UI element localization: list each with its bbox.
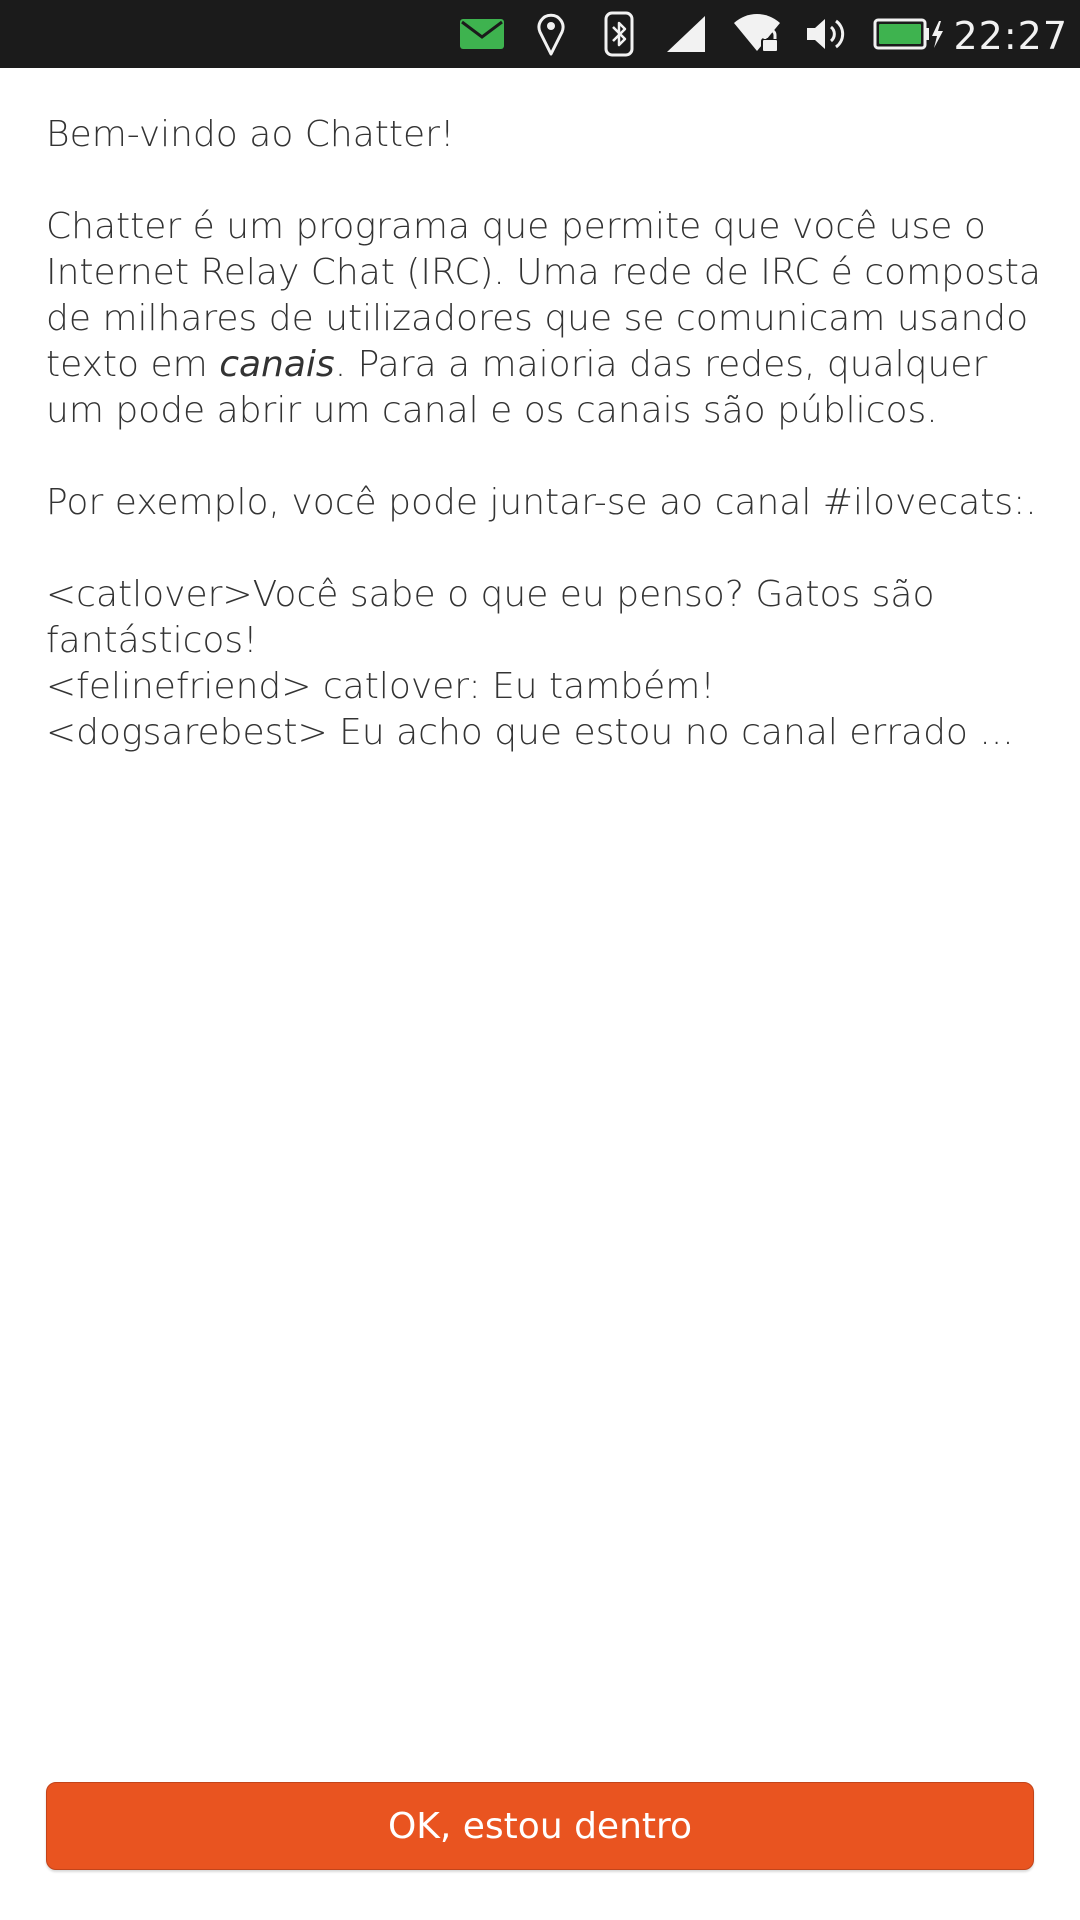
wifi-locked-icon [732, 0, 782, 68]
location-icon [534, 0, 568, 68]
battery-charging-icon [872, 0, 946, 68]
welcome-intro: Chatter é um programa que permite que vo… [46, 204, 1046, 434]
chat-line: <catlover>Você sabe o que eu penso? Gato… [46, 574, 935, 661]
volume-icon [804, 0, 848, 68]
welcome-content: Bem-vindo ao Chatter! Chatter é um progr… [46, 112, 1046, 756]
example-intro: Por exemplo, você pode juntar-se ao cana… [46, 482, 1037, 523]
intro-emphasis: canais [219, 344, 335, 385]
welcome-title: Bem-vindo ao Chatter! [46, 114, 455, 155]
status-time: 22:27 [953, 14, 1068, 58]
mail-icon[interactable] [458, 0, 506, 68]
bluetooth-icon [602, 0, 636, 68]
cellular-signal-icon [664, 0, 708, 68]
ok-button[interactable]: OK, estou dentro [46, 1782, 1034, 1870]
chat-line: <felinefriend> catlover: Eu também! [46, 666, 715, 707]
chat-line: <dogsarebest> Eu acho que estou no canal… [46, 712, 1014, 753]
status-bar: 22:27 [0, 0, 1080, 68]
